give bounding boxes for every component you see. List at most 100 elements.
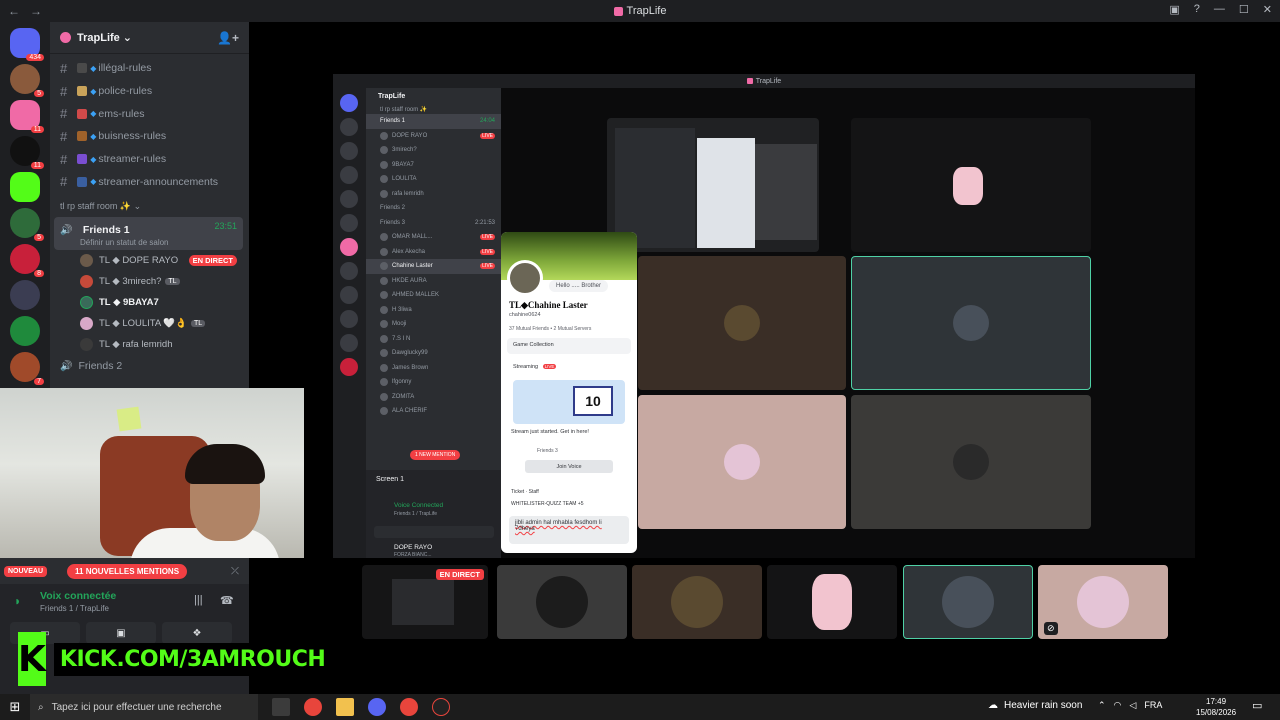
shared-screen[interactable]: TrapLife TrapLife tl rp staff room ✨ Fri… [333, 74, 1195, 558]
profile-username[interactable]: chahine0624 [509, 312, 541, 318]
ambulance-emoji-icon [77, 108, 88, 119]
server-icon[interactable] [10, 316, 40, 346]
discord-icon[interactable] [368, 698, 386, 716]
category-header[interactable]: tl rp staff room ✨ ⌄ [50, 193, 249, 215]
taskbar-apps [272, 698, 450, 716]
weather-widget[interactable]: ☁ Heavier rain soon [988, 700, 1082, 711]
inner-voice-actions [374, 526, 494, 538]
video-tile[interactable] [638, 395, 846, 529]
voice-member[interactable]: TL ◆ LOULITA 🤍👌 TL [50, 313, 249, 334]
add-user-icon[interactable]: 👤+ [217, 31, 239, 45]
inner-row: lfgonny [366, 375, 501, 390]
strip-tile[interactable] [632, 565, 762, 639]
new-mentions-pill[interactable]: 11 NOUVELLES MENTIONS [67, 563, 188, 579]
channel-buisness-rules[interactable]: # ◆ buisness-rules [50, 125, 249, 148]
channel-ems-rules[interactable]: # ◆ ems-rules [50, 102, 249, 125]
inner-user-panel: Screen 1 Voice Connected Friends 1 / Tra… [366, 470, 501, 558]
video-tile-speaking[interactable] [851, 256, 1091, 390]
maximize-button[interactable]: ☐ [1239, 3, 1249, 16]
megaphone-emoji-icon [77, 176, 88, 187]
channel-status[interactable]: Définir un statut de salon [60, 238, 237, 247]
server-icon[interactable]: 5 [10, 208, 44, 241]
hash-icon: # [60, 128, 68, 144]
close-button[interactable]: ✕ [1263, 3, 1272, 16]
voice-member[interactable]: TL ◆ 9BAYA7 [50, 292, 249, 313]
chrome-icon[interactable] [304, 698, 322, 716]
channel-police-rules[interactable]: # ◆ police-rules [50, 80, 249, 103]
disconnect-icon[interactable]: ☎ [220, 594, 234, 607]
chevron-up-icon[interactable]: ⌃ [1098, 700, 1106, 711]
strip-tile[interactable]: ⊘ [1038, 565, 1168, 639]
server-icon [340, 214, 358, 232]
help-icon[interactable]: ? [1194, 3, 1200, 16]
taskbar-clock[interactable]: 17:49 15/08/2026 [1196, 696, 1236, 718]
channel-streamer-announcements[interactable]: # ◆ streamer-announcements [50, 170, 249, 193]
video-tile[interactable] [638, 256, 846, 390]
server-icon [340, 94, 358, 112]
server-icon[interactable]: 8 [10, 244, 44, 277]
guild-icon [60, 32, 71, 43]
language-indicator[interactable]: FRA [1144, 700, 1162, 711]
file-explorer-icon[interactable] [336, 698, 354, 716]
inner-channel-list: TrapLife tl rp staff room ✨ Friends 1 24:… [366, 88, 501, 558]
channel-illegal-rules[interactable]: # ◆ illégal-rules [50, 57, 249, 80]
strip-tile-speaking[interactable] [903, 565, 1033, 639]
dismiss-icon[interactable]: ⤫ [231, 566, 239, 577]
voice-channel-friends-1[interactable]: 🔊 Friends 1 23:51 Définir un statut de s… [54, 217, 243, 251]
server-icon[interactable]: 11 [10, 136, 44, 169]
window-controls: ▣ ? — ☐ ✕ [1169, 3, 1272, 16]
profile-message-input[interactable]: jibli admin hal mhabla fesdhom li 7dheya [509, 516, 629, 544]
notification-icon[interactable]: ▭ [1252, 699, 1262, 712]
profile-roles: Ticket · Staff WHITELISTER-QUIZZ TEAM +5 [511, 489, 584, 507]
stream-preview[interactable]: 10 [513, 380, 625, 424]
inner-row: Mooji [366, 317, 501, 332]
taskbar-search[interactable]: ⌕ Tapez ici pour effectuer une recherche [30, 694, 258, 720]
channel-streamer-rules[interactable]: # ◆ streamer-rules [50, 148, 249, 171]
server-icon-traplife[interactable]: 11 [10, 100, 44, 133]
hash-icon: # [60, 60, 68, 76]
role-tag: WHITELISTER-QUIZZ TEAM [511, 501, 577, 507]
avatar [953, 167, 983, 205]
join-voice-button[interactable]: Join Voice [525, 460, 613, 473]
windows-taskbar: ⊞ ⌕ Tapez ici pour effectuer une recherch… [0, 694, 1280, 720]
game-collection-section[interactable]: Game Collection [507, 338, 631, 354]
direct-messages-icon[interactable]: 434 [10, 28, 44, 61]
server-icon[interactable] [10, 280, 40, 310]
speaker-icon: 🔊 [60, 360, 73, 372]
video-tile[interactable] [851, 118, 1091, 252]
server-icon [340, 166, 358, 184]
forward-arrow-icon[interactable]: → [30, 4, 42, 18]
streamer-emoji-icon [77, 154, 88, 165]
strip-tile-stream[interactable]: EN DIRECT [362, 565, 488, 639]
server-icon-kick[interactable] [10, 172, 40, 202]
server-icon[interactable]: 7 [10, 352, 44, 385]
user-profile-popout[interactable]: Hello ..... Brother TL◆Chahine Laster ch… [501, 232, 637, 553]
task-view-icon[interactable] [272, 698, 290, 716]
inbox-icon[interactable]: ▣ [1169, 3, 1179, 16]
profile-avatar [507, 260, 543, 296]
server-icon[interactable]: 5 [10, 64, 44, 97]
strip-tile[interactable] [497, 565, 627, 639]
server-icon [340, 190, 358, 208]
minimize-button[interactable]: — [1214, 3, 1225, 16]
role-tag: Ticket [511, 489, 525, 495]
strip-tile[interactable] [767, 565, 897, 639]
obs-icon[interactable] [432, 698, 450, 716]
windows-start-icon[interactable]: ⊞ [0, 699, 30, 715]
profile-mutuals[interactable]: 37 Mutual Friends • 2 Mutual Servers [509, 326, 591, 332]
volume-icon[interactable]: ◁ [1129, 700, 1136, 711]
stream-tile-screen[interactable] [607, 118, 819, 252]
noise-suppression-icon[interactable]: ||| [194, 594, 203, 606]
voice-channel-friends-2[interactable]: 🔊 Friends 2 [50, 355, 249, 378]
inner-row: H 3liwa [366, 303, 501, 318]
signal-icon[interactable]: ◗ [14, 594, 21, 608]
guild-header[interactable]: TrapLife ⌄ 👤+ [50, 22, 249, 54]
chrome-icon[interactable] [400, 698, 418, 716]
voice-member[interactable]: TL ◆ rafa lemridh [50, 334, 249, 355]
voice-member[interactable]: TL ◆ 3mirech? TL [50, 271, 249, 292]
speaker-icon: 🔊 [60, 225, 73, 237]
voice-member[interactable]: TL ◆ DOPE RAYO EN DIRECT [50, 250, 249, 271]
back-arrow-icon[interactable]: ← [8, 4, 20, 18]
video-tile[interactable] [851, 395, 1091, 529]
wifi-icon[interactable]: ◠ [1114, 700, 1122, 711]
